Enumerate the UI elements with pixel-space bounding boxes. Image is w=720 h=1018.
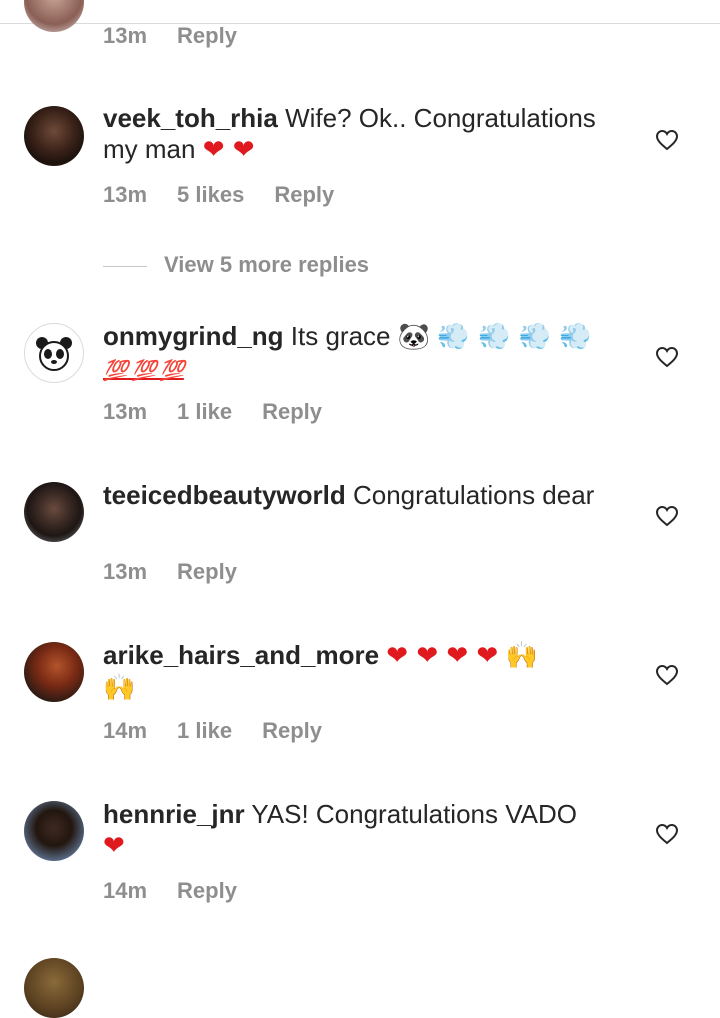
- comment-time: 13m: [103, 399, 148, 424]
- comment-text: hennrie_jnr YAS! Congratulations VADO ❤: [103, 799, 623, 862]
- reply-button[interactable]: Reply: [177, 557, 237, 587]
- avatar[interactable]: [24, 642, 84, 702]
- comment-text: teeicedbeautyworld Congratulations dear: [103, 480, 623, 511]
- reply-button[interactable]: Reply: [177, 876, 237, 906]
- comment-time: 14m: [103, 878, 148, 903]
- avatar[interactable]: [24, 106, 84, 166]
- avatar[interactable]: [24, 958, 84, 1018]
- likes-count[interactable]: 1 like: [177, 397, 232, 427]
- comment-username[interactable]: arike_hairs_and_more: [103, 640, 379, 670]
- comment-text: veek_toh_rhia Wife? Ok.. Congratulations…: [103, 103, 623, 166]
- comment-time: 13m: [103, 23, 148, 48]
- view-more-replies[interactable]: View 5 more replies: [103, 250, 369, 280]
- reply-button[interactable]: Reply: [274, 180, 334, 210]
- reply-button[interactable]: Reply: [262, 397, 322, 427]
- heart-outline-icon[interactable]: [655, 128, 679, 152]
- heart-outline-icon[interactable]: [655, 663, 679, 687]
- comment-username[interactable]: onmygrind_ng: [103, 321, 284, 351]
- hundred-emoji: 💯 💯 💯: [103, 360, 185, 382]
- comment-username[interactable]: veek_toh_rhia: [103, 103, 278, 133]
- likes-count[interactable]: 5 likes: [177, 180, 244, 210]
- heart-outline-icon[interactable]: [655, 504, 679, 528]
- raised-hands-emoji: 🙌: [505, 641, 538, 671]
- panda-logo-icon: [36, 337, 72, 371]
- likes-count[interactable]: 1 like: [177, 716, 232, 746]
- comment-username[interactable]: teeicedbeautyworld: [103, 480, 346, 510]
- heart-outline-icon[interactable]: [655, 822, 679, 846]
- comment-meta: 13m Reply: [103, 557, 267, 587]
- comment-time: 14m: [103, 718, 148, 743]
- panda-emoji: 🐼: [397, 322, 431, 352]
- comment-time: 13m: [103, 559, 148, 584]
- reply-button[interactable]: Reply: [262, 716, 322, 746]
- comment-meta: 13m Reply: [103, 21, 267, 51]
- comment-meta: 14m Reply: [103, 876, 267, 906]
- comment-meta: 13m 1 like Reply: [103, 397, 352, 427]
- heart-emoji: ❤ ❤: [202, 135, 255, 165]
- comment-body: YAS! Congratulations VADO: [244, 799, 577, 829]
- avatar[interactable]: [24, 801, 84, 861]
- heart-outline-icon[interactable]: [655, 345, 679, 369]
- comment-body: Congratulations dear: [345, 480, 595, 510]
- heart-emoji: ❤: [103, 831, 125, 861]
- raised-hands-emoji: 🙌: [103, 673, 136, 703]
- avatar[interactable]: [24, 323, 84, 383]
- comment-meta: 13m 5 likes Reply: [103, 180, 364, 210]
- view-more-replies-label[interactable]: View 5 more replies: [164, 252, 369, 277]
- replies-divider-line: [103, 265, 147, 267]
- avatar[interactable]: [24, 0, 84, 32]
- comment-text: onmygrind_ng Its grace 🐼 💨 💨 💨 💨 💯 💯 💯: [103, 321, 623, 387]
- comment-username[interactable]: hennrie_jnr: [103, 799, 245, 829]
- heart-emoji: ❤ ❤ ❤ ❤: [386, 641, 499, 671]
- avatar[interactable]: [24, 482, 84, 542]
- dash-emoji: 💨 💨 💨 💨: [437, 322, 592, 352]
- comment-body: Its grace: [283, 321, 398, 351]
- comment-time: 13m: [103, 182, 148, 207]
- reply-button[interactable]: Reply: [177, 21, 237, 51]
- comment-text: arike_hairs_and_more ❤ ❤ ❤ ❤ 🙌 🙌: [103, 640, 623, 704]
- comment-meta: 14m 1 like Reply: [103, 716, 352, 746]
